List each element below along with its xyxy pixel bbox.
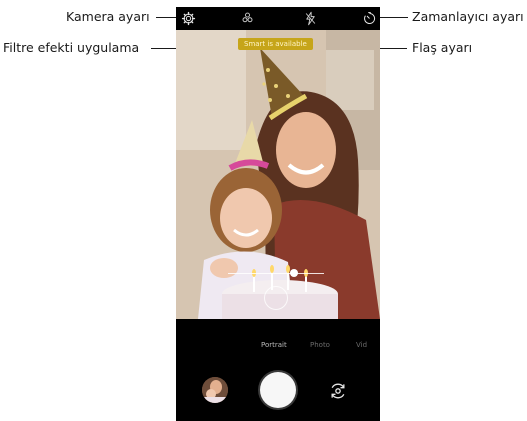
callout-timer: Zamanlayıcı ayarı bbox=[412, 9, 524, 24]
camera-viewfinder[interactable]: Smart is available bbox=[176, 30, 380, 319]
leader-line-timer bbox=[379, 17, 408, 18]
gear-icon[interactable] bbox=[181, 11, 196, 26]
viewfinder-photo bbox=[176, 30, 380, 319]
mode-video[interactable]: Vid bbox=[356, 341, 367, 349]
gallery-thumbnail[interactable] bbox=[202, 377, 228, 403]
focus-indicator bbox=[264, 286, 288, 310]
filter-icon[interactable] bbox=[240, 11, 255, 26]
switch-camera-icon[interactable] bbox=[328, 381, 348, 401]
smart-available-banner[interactable]: Smart is available bbox=[238, 38, 313, 50]
leader-line-camera-settings bbox=[156, 17, 178, 18]
camera-bottom-panel: Portrait Photo Vid bbox=[176, 319, 380, 421]
mode-selector: Portrait Photo Vid bbox=[176, 341, 380, 355]
callout-apply-filter: Filtre efekti uygulama bbox=[3, 40, 140, 55]
mode-photo[interactable]: Photo bbox=[310, 341, 330, 349]
callout-camera-settings: Kamera ayarı bbox=[66, 9, 150, 24]
mode-portrait[interactable]: Portrait bbox=[261, 341, 287, 349]
zoom-slider-track[interactable] bbox=[228, 273, 324, 274]
camera-screen: Smart is available Portrait Photo Vid bbox=[176, 7, 380, 421]
flash-icon[interactable] bbox=[303, 11, 318, 26]
camera-top-bar bbox=[176, 7, 380, 30]
shutter-button[interactable] bbox=[260, 372, 296, 408]
callout-flash: Flaş ayarı bbox=[412, 40, 473, 55]
zoom-slider-handle[interactable] bbox=[290, 269, 298, 277]
timer-icon[interactable] bbox=[362, 11, 377, 26]
